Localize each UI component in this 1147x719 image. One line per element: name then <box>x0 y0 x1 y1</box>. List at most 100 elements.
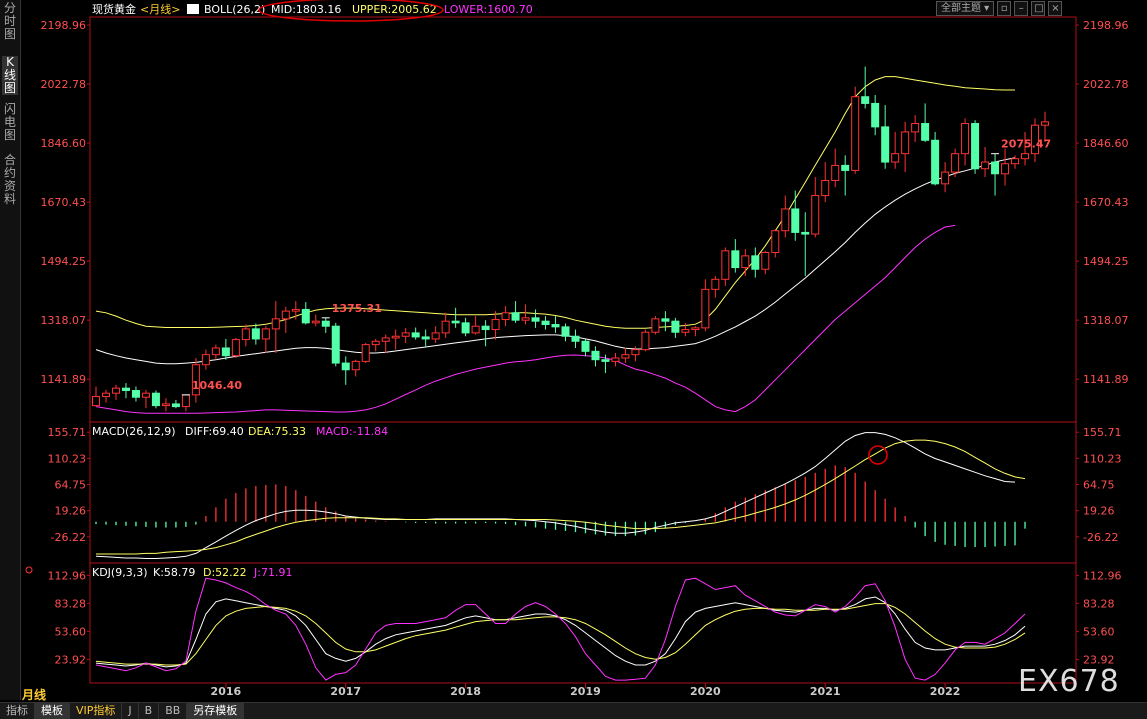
period-tag: <月线> <box>140 2 180 16</box>
period-label[interactable]: 月线 <box>22 686 46 703</box>
candle-body <box>151 392 160 407</box>
tab-b[interactable]: B <box>139 703 160 719</box>
boll-label: BOLL(26,2) <box>204 3 265 16</box>
candle-body <box>861 96 870 104</box>
boll-upper: UPPER:2005.62 <box>352 3 437 16</box>
x-tick-label: 2022 <box>930 685 961 698</box>
candle-body <box>381 337 390 342</box>
kdj-k-line <box>95 596 1026 668</box>
indicator-icon[interactable] <box>187 4 199 14</box>
candle-body <box>641 331 650 351</box>
candle-body <box>551 324 560 328</box>
crossover-circle <box>868 445 888 465</box>
macd-tick-right: 64.75 <box>1083 479 1115 492</box>
boll-mid: MID:1803.16 <box>271 3 341 16</box>
price-tick-right: 1141.89 <box>1083 373 1129 386</box>
candle-body <box>231 339 240 357</box>
candle-body <box>951 153 960 173</box>
candle-body <box>131 390 140 398</box>
kdj-d-line <box>95 603 1026 666</box>
close-icon[interactable]: × <box>1048 1 1063 16</box>
top-controls: 全部主题 ▾ ▫ – □ × <box>936 1 1063 16</box>
maximize-icon[interactable]: □ <box>1031 1 1046 16</box>
candle-body <box>1011 158 1020 165</box>
kdj-d-label: D:52.22 <box>203 566 247 579</box>
candle-body <box>801 231 810 235</box>
theme-dropdown[interactable]: 全部主题 ▾ <box>936 1 995 16</box>
tab-j[interactable]: J <box>122 703 139 719</box>
candle-body <box>691 327 700 331</box>
x-tick-label: 2018 <box>450 685 481 698</box>
macd-tick-right: -26.22 <box>1083 531 1118 544</box>
macd-tick-left: -26.22 <box>51 531 86 544</box>
candle-body <box>411 332 420 338</box>
candle-body <box>401 332 410 337</box>
candle-body <box>901 131 910 155</box>
candle-body <box>521 317 530 321</box>
tab-indicator[interactable]: 指标 <box>0 703 35 719</box>
candle-body <box>171 403 180 408</box>
price-tick-left: 2022.78 <box>41 78 87 91</box>
window-icon[interactable]: ▫ <box>997 1 1012 16</box>
candle-body <box>791 208 800 233</box>
candle-body <box>481 325 490 331</box>
macd-tick-right: 19.26 <box>1083 505 1115 518</box>
candle-body <box>731 250 740 269</box>
candle-body <box>601 359 610 362</box>
candle-body <box>201 354 210 366</box>
theme-label: 全部主题 <box>941 3 981 14</box>
candle-body <box>991 161 1000 175</box>
kdj-tick-left: 83.28 <box>55 597 87 610</box>
macd-tick-left: 64.75 <box>55 479 87 492</box>
kdj-tick-left: 23.92 <box>55 653 87 666</box>
candle-body <box>471 325 480 334</box>
candle-body <box>751 255 760 270</box>
watermark: EX678 <box>1018 664 1120 699</box>
macd-tick-left: 110.23 <box>48 452 87 465</box>
candle-body <box>181 394 190 408</box>
x-axis: 2016 2017 2018 2019 2020 2021 2022 <box>211 683 961 698</box>
candle-body <box>921 123 930 141</box>
candle-body <box>841 164 850 171</box>
kdj-title: KDJ(9,3,3) <box>92 566 148 579</box>
candle-body <box>611 357 620 362</box>
instrument-name: 现货黄金 <box>92 2 136 16</box>
candle-body <box>761 252 770 270</box>
candle-body <box>531 317 540 322</box>
macd-panel: 155.71 155.71 110.23 110.23 64.75 64.75 19.26 1… <box>48 426 1122 559</box>
price-panel: 2198.96 2198.96 2022.78 2022.78 1846.60 1846.… <box>41 19 1129 414</box>
x-tick-label: 2017 <box>330 685 361 698</box>
candle-body <box>671 320 680 333</box>
kdj-settings-icon[interactable] <box>25 566 33 574</box>
tab-save-template[interactable]: 另存模板 <box>187 703 245 719</box>
tab-vip-indicator[interactable]: VIP指标 <box>70 703 123 719</box>
macd-diff-line <box>95 432 1016 559</box>
candle-body <box>1041 121 1049 126</box>
candle-body <box>291 308 300 312</box>
candle-body <box>1021 153 1030 160</box>
price-tick-right: 1846.60 <box>1083 137 1129 150</box>
candle-body <box>851 96 860 171</box>
macd-diff-label: DIFF:69.40 <box>185 425 244 438</box>
candle-body <box>971 123 980 170</box>
price-tick-left: 1494.25 <box>41 255 87 268</box>
price-tick-left: 2198.96 <box>41 19 87 32</box>
candle-body <box>321 320 330 327</box>
candle-body <box>781 208 790 232</box>
tab-bb[interactable]: BB <box>159 703 188 719</box>
kdj-tick-left: 53.60 <box>55 625 87 638</box>
candle-body <box>831 164 840 181</box>
kdj-tick-right: 53.60 <box>1083 625 1115 638</box>
candle-body <box>871 102 880 128</box>
candle-body <box>931 139 940 185</box>
candle-body <box>661 318 670 322</box>
candle-body <box>711 278 720 290</box>
candle-body <box>241 328 250 341</box>
extreme-label: 1375.31 <box>332 302 382 315</box>
candle-body <box>441 320 450 334</box>
candle-body <box>631 349 640 356</box>
candle-body <box>1001 163 1010 175</box>
price-tick-left: 1318.07 <box>41 314 87 327</box>
tab-template[interactable]: 模板 <box>35 703 70 719</box>
minus-icon[interactable]: – <box>1014 1 1029 16</box>
